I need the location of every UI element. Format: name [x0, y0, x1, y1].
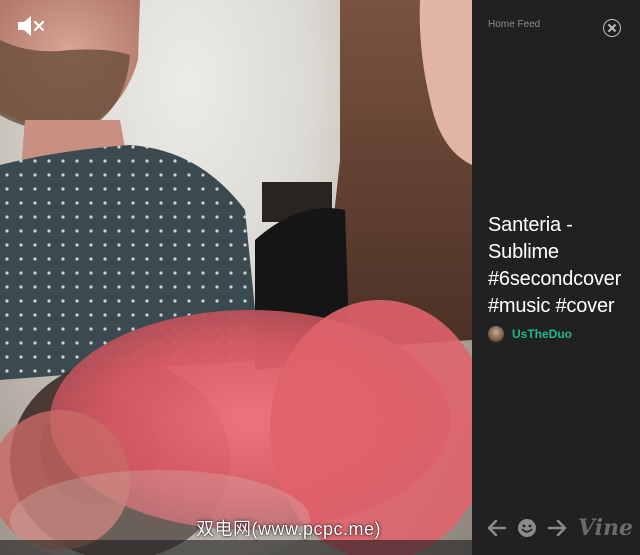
home-feed-link[interactable]: Home Feed — [488, 19, 540, 30]
post-caption: Santeria - Sublime #6secondcover #music … — [488, 212, 636, 320]
caption-hashtag[interactable]: #6secondcover — [488, 266, 636, 293]
watermark-text: 双电网(www.pcpc.me) — [196, 519, 382, 539]
player-controls: Vine — [486, 516, 633, 540]
caption-hashtag[interactable]: #music #cover — [488, 293, 636, 320]
video-frame — [0, 0, 472, 555]
smiley-icon[interactable] — [516, 517, 538, 539]
avatar[interactable] — [488, 326, 504, 342]
video-player[interactable]: 双电网(www.pcpc.me) — [0, 0, 472, 555]
arrow-right-icon[interactable] — [546, 517, 568, 539]
caption-line: Sublime — [488, 241, 559, 263]
info-panel: Home Feed Santeria - Sublime #6secondcov… — [472, 0, 640, 555]
caption-line: Santeria - — [488, 214, 573, 236]
author-link[interactable]: UsTheDuo — [488, 325, 572, 343]
speaker-muted-icon[interactable] — [16, 14, 46, 38]
author-name[interactable]: UsTheDuo — [512, 327, 572, 341]
close-icon[interactable] — [603, 19, 621, 37]
arrow-left-icon[interactable] — [486, 517, 508, 539]
vine-logo[interactable]: Vine — [578, 517, 633, 539]
